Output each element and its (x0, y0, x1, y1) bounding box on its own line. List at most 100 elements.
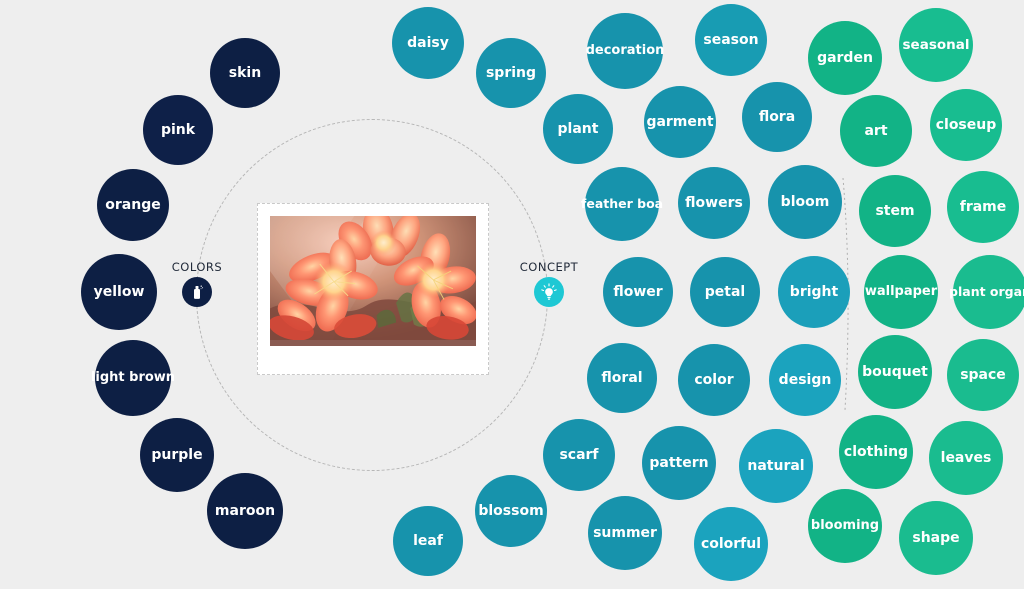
tag-bubble-pink[interactable]: pink (143, 95, 213, 165)
tag-bubble-bright[interactable]: bright (778, 256, 850, 328)
tag-bubble-seasonal[interactable]: seasonal (899, 8, 973, 82)
tag-bubble-label: clothing (843, 443, 909, 460)
tag-cloud-canvas: COLORS CONCEPT skin pink orange yellow light b… (0, 0, 1024, 589)
tag-bubble-spring[interactable]: spring (476, 38, 546, 108)
tag-bubble-label: spring (485, 64, 537, 81)
tag-bubble-label: seasonal (902, 36, 970, 53)
tag-bubble-label: pattern (649, 454, 709, 471)
tag-bubble-label: natural (747, 457, 805, 474)
tag-bubble-label: blossom (478, 502, 544, 519)
tag-bubble-bouquet[interactable]: bouquet (858, 335, 932, 409)
category-label-concept: CONCEPT (519, 260, 579, 274)
tag-bubble-maroon[interactable]: maroon (207, 473, 283, 549)
tag-bubble-purple[interactable]: purple (140, 418, 214, 492)
tag-bubble-label: season (703, 31, 759, 48)
tag-bubble-label: petal (704, 283, 746, 300)
tag-bubble-skin[interactable]: skin (210, 38, 280, 108)
tag-bubble-art[interactable]: art (840, 95, 912, 167)
tag-bubble-space[interactable]: space (947, 339, 1019, 411)
tag-bubble-closeup[interactable]: closeup (930, 89, 1002, 161)
tag-bubble-bloom[interactable]: bloom (768, 165, 842, 239)
tag-bubble-frame[interactable]: frame (947, 171, 1019, 243)
tag-bubble-label: blooming (810, 518, 880, 534)
tag-bubble-garment[interactable]: garment (644, 86, 716, 158)
image-thumbnail[interactable] (270, 216, 476, 346)
tag-bubble-label: summer (593, 524, 657, 541)
tag-bubble-decoration[interactable]: decoration (586, 13, 664, 89)
tag-bubble-label: floral (601, 369, 643, 386)
tag-bubble-pattern[interactable]: pattern (642, 426, 716, 500)
tag-bubble-floral[interactable]: floral (587, 343, 657, 413)
tag-bubble-label: flowers (685, 194, 743, 211)
tag-bubble-label: art (864, 122, 888, 139)
tag-bubble-label: plant (557, 120, 599, 137)
tag-bubble-label: wallpaper (864, 284, 938, 300)
tag-bubble-label: light brown (90, 370, 176, 386)
flower-photo (270, 216, 476, 341)
tag-bubble-label: bright (789, 283, 839, 300)
tag-bubble-label: frame (959, 198, 1007, 215)
tag-bubble-blossom[interactable]: blossom (475, 475, 547, 547)
spray-can-icon (194, 285, 204, 299)
tag-bubble-color[interactable]: color (678, 344, 750, 416)
tag-bubble-orange[interactable]: orange (97, 169, 169, 241)
tag-bubble-label: shape (912, 529, 960, 546)
tag-bubble-colorful[interactable]: colorful (694, 507, 768, 581)
tag-bubble-label: purple (151, 446, 203, 463)
tag-bubble-feather-boa[interactable]: feather boa (581, 167, 663, 241)
tag-bubble-clothing[interactable]: clothing (839, 415, 913, 489)
tag-bubble-label: skin (228, 64, 262, 81)
tag-bubble-garden[interactable]: garden (808, 21, 882, 95)
tag-bubble-plant-organ[interactable]: plant organ (949, 255, 1024, 329)
tag-bubble-leaf[interactable]: leaf (393, 506, 463, 576)
tag-bubble-design[interactable]: design (769, 344, 841, 416)
tag-bubble-label: bloom (780, 193, 830, 210)
tag-bubble-flower[interactable]: flower (603, 257, 673, 327)
tag-bubble-label: scarf (559, 446, 599, 463)
tag-bubble-shape[interactable]: shape (899, 501, 973, 575)
tag-bubble-yellow[interactable]: yellow (81, 254, 157, 330)
tag-bubble-natural[interactable]: natural (739, 429, 813, 503)
lightbulb-icon (541, 283, 557, 300)
tag-bubble-label: garment (646, 113, 714, 130)
tag-bubble-light-brown[interactable]: light brown (91, 340, 175, 416)
tag-bubble-scarf[interactable]: scarf (543, 419, 615, 491)
tag-bubble-label: color (694, 371, 734, 388)
tag-bubble-label: leaves (940, 449, 992, 466)
tag-bubble-label: bouquet (862, 363, 928, 380)
category-label-colors: COLORS (171, 260, 223, 274)
spray-can-icon[interactable] (182, 277, 212, 307)
tag-bubble-daisy[interactable]: daisy (392, 7, 464, 79)
tag-bubble-label: flower (613, 283, 663, 300)
category-marker-concept[interactable]: CONCEPT (494, 260, 604, 307)
tag-bubble-wallpaper[interactable]: wallpaper (864, 255, 938, 329)
tag-bubble-label: plant organ (949, 284, 1024, 300)
tag-bubble-label: flora (758, 108, 796, 125)
tag-bubble-summer[interactable]: summer (588, 496, 662, 570)
tag-bubble-season[interactable]: season (695, 4, 767, 76)
tag-bubble-label: orange (105, 196, 161, 213)
tag-bubble-label: stem (875, 202, 915, 219)
tag-bubble-label: feather boa (580, 196, 664, 212)
tag-bubble-blooming[interactable]: blooming (808, 489, 882, 563)
tag-bubble-stem[interactable]: stem (859, 175, 931, 247)
tag-bubble-label: pink (160, 121, 196, 138)
category-marker-colors[interactable]: COLORS (142, 260, 252, 307)
tag-bubble-leaves[interactable]: leaves (929, 421, 1003, 495)
tag-bubble-label: space (960, 366, 1006, 383)
tag-bubble-flowers[interactable]: flowers (678, 167, 750, 239)
tag-bubble-label: maroon (214, 502, 276, 519)
lightbulb-icon[interactable] (534, 277, 564, 307)
tag-bubble-label: design (778, 371, 832, 388)
tag-bubble-label: yellow (93, 283, 145, 300)
image-thumbnail-frame[interactable] (257, 203, 489, 375)
tag-bubble-label: garden (817, 49, 873, 66)
tag-bubble-label: leaf (413, 532, 443, 549)
tag-bubble-flora[interactable]: flora (742, 82, 812, 152)
tag-bubble-label: decoration (585, 43, 665, 59)
tag-bubble-petal[interactable]: petal (690, 257, 760, 327)
tag-bubble-label: colorful (700, 535, 762, 552)
tag-bubble-plant[interactable]: plant (543, 94, 613, 164)
tag-bubble-label: closeup (935, 116, 997, 133)
tag-bubble-label: daisy (407, 34, 449, 51)
